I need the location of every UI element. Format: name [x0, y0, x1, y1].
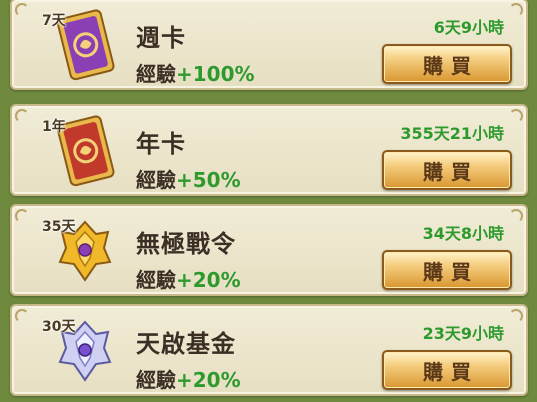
pass-card-yearly: 1年 年卡 經驗+50% 355天21小時 購買 [10, 104, 528, 196]
exp-bonus-value: +100% [176, 62, 255, 86]
buy-button[interactable]: 購買 [382, 44, 512, 84]
remaining-time: 23天9小時 [422, 324, 504, 343]
buy-button[interactable]: 購買 [382, 250, 512, 290]
duration-badge: 35天 [42, 219, 76, 235]
pass-title: 週卡 [136, 24, 186, 52]
exp-bonus: 經驗+50% [136, 164, 241, 193]
pass-card-fund: 30天 天啟基金 經驗+20% 23天9小時 購買 [10, 304, 528, 396]
exp-label: 經驗 [136, 62, 176, 86]
pass-card-weekly: 7天 週卡 經驗+100% 6天9小時 購買 [10, 0, 528, 90]
exp-label: 經驗 [136, 368, 176, 392]
remaining-time: 355天21小時 [400, 124, 504, 143]
duration-badge: 7天 [42, 13, 66, 29]
exp-bonus: 經驗+20% [136, 264, 241, 293]
pass-title: 無極戰令 [136, 230, 236, 258]
duration-badge: 1年 [42, 119, 66, 135]
pass-card-battle-pass: 35天 無極戰令 經驗+20% 34天8小時 購買 [10, 204, 528, 296]
pass-title: 年卡 [136, 130, 186, 158]
pass-title: 天啟基金 [136, 330, 236, 358]
exp-bonus-value: +20% [176, 268, 241, 292]
buy-button[interactable]: 購買 [382, 350, 512, 390]
duration-badge: 30天 [42, 319, 76, 335]
exp-label: 經驗 [136, 168, 176, 192]
remaining-time: 6天9小時 [433, 18, 504, 37]
exp-label: 經驗 [136, 268, 176, 292]
exp-bonus-value: +50% [176, 168, 241, 192]
exp-bonus: 經驗+20% [136, 364, 241, 393]
remaining-time: 34天8小時 [422, 224, 504, 243]
exp-bonus: 經驗+100% [136, 58, 255, 87]
exp-bonus-value: +20% [176, 368, 241, 392]
buy-button[interactable]: 購買 [382, 150, 512, 190]
pass-list: 7天 週卡 經驗+100% 6天9小時 購買 1年 年卡 經驗+50% 355天… [0, 0, 537, 402]
